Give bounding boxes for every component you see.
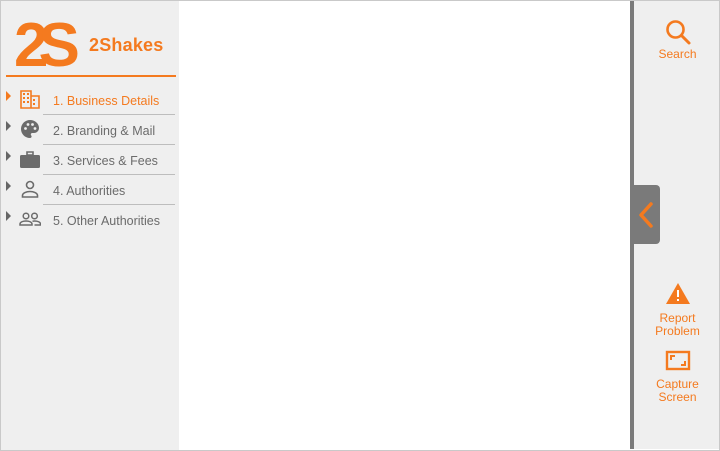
- sidebar-item-branding-mail[interactable]: 2. Branding & Mail: [1, 115, 179, 145]
- sidebar-item-label: 4. Authorities: [53, 184, 126, 198]
- sidebar-item-services-fees[interactable]: 3. Services & Fees: [1, 145, 179, 175]
- brand-divider: [6, 75, 176, 77]
- brand-header: 2S 2Shakes: [1, 1, 179, 77]
- search-label: Search: [658, 47, 697, 61]
- caret-right-icon: [6, 151, 11, 161]
- caret-right-icon: [6, 181, 11, 191]
- search-icon: [665, 20, 690, 45]
- sidebar-item-label: 1. Business Details: [53, 94, 160, 108]
- report-problem-button[interactable]: Report Problem: [635, 282, 720, 338]
- sidebar-item-label: 3. Services & Fees: [53, 154, 158, 168]
- caret-right-icon: [6, 91, 11, 101]
- sidebar: 2S 2Shakes 1. Business Details 2. Brandi…: [1, 1, 179, 450]
- report-label-line2: Problem: [655, 324, 700, 338]
- capture-screen-icon: [665, 350, 690, 371]
- brand-mark-text: 2S: [15, 14, 77, 72]
- chevron-left-icon: [639, 202, 653, 228]
- palette-icon: [21, 120, 39, 138]
- sidebar-item-authorities[interactable]: 4. Authorities: [1, 175, 179, 205]
- main-content-area: [180, 1, 630, 449]
- caret-right-icon: [6, 211, 11, 221]
- sidebar-item-label: 5. Other Authorities: [53, 214, 161, 228]
- person-icon: [21, 180, 39, 198]
- caret-right-icon: [6, 121, 11, 131]
- building-icon: [20, 90, 40, 109]
- warning-icon: [665, 283, 690, 304]
- capture-label-line2: Screen: [658, 390, 697, 404]
- sidebar-item-label: 2. Branding & Mail: [53, 124, 156, 138]
- people-icon: [19, 212, 41, 226]
- sidebar-item-other-authorities[interactable]: 5. Other Authorities: [1, 205, 179, 235]
- capture-screen-button[interactable]: Capture Screen: [635, 350, 720, 404]
- sidebar-nav: 1. Business Details 2. Branding & Mail 3…: [1, 85, 179, 235]
- search-button[interactable]: Search: [635, 18, 720, 61]
- collapse-panel-button[interactable]: [631, 185, 660, 244]
- sidebar-item-business-details[interactable]: 1. Business Details: [1, 85, 179, 115]
- brand-logo-icon: 2S: [15, 14, 83, 72]
- briefcase-icon: [20, 151, 40, 168]
- brand-name: 2Shakes: [89, 35, 164, 55]
